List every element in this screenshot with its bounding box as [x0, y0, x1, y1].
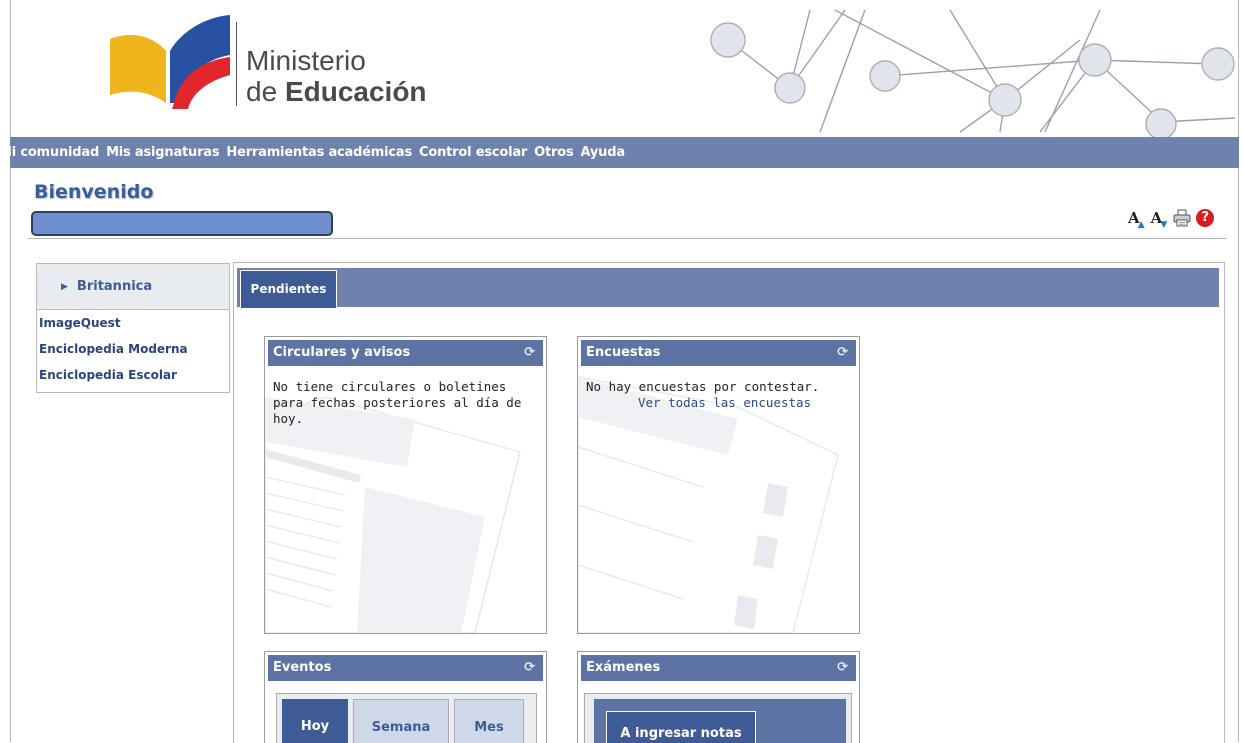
widget-encuestas-header: Encuestas ⟳ — [581, 340, 856, 366]
toolbar-tools: A ▲ A ▼ ? — [1128, 209, 1215, 230]
ministerio-logo-icon — [110, 15, 230, 109]
font-increase-icon[interactable]: A ▲ — [1128, 209, 1145, 230]
a-ingresar-notas-button[interactable]: A ingresar notas — [606, 711, 756, 743]
eventos-tab-mes[interactable]: Mes — [454, 699, 524, 743]
widget-encuestas-body: No hay encuestas por contestar. Ver toda… — [586, 379, 851, 411]
header-divider — [28, 238, 1227, 239]
font-decrease-icon[interactable]: A ▼ — [1151, 209, 1168, 230]
eventos-tab-frame: Hoy Semana Mes — [276, 693, 537, 743]
sidebar-header-britannica[interactable]: ▶ Britannica — [37, 264, 229, 310]
logo-line2-prefix: de — [246, 76, 285, 107]
examenes-tab-bar: A ingresar notas — [594, 699, 846, 743]
widget-encuestas: Encuestas ⟳ No hay encuestas por contest… — [577, 336, 860, 634]
arrow-down-icon: ▼ — [1160, 220, 1168, 230]
nav-ayuda[interactable]: Ayuda — [581, 145, 626, 160]
sidebar: ▶ Britannica ImageQuest Enciclopedia Mod… — [36, 263, 230, 393]
nav-herramientas-academicas[interactable]: Herramientas académicas — [226, 145, 412, 160]
widget-eventos-title: Eventos — [273, 660, 332, 675]
widget-circulares-header: Circulares y avisos ⟳ — [268, 340, 543, 366]
tab-pendientes[interactable]: Pendientes — [240, 270, 337, 308]
logo-divider — [236, 22, 237, 106]
widget-eventos: Eventos ⟳ Hoy Semana Mes — [264, 651, 547, 743]
widget-circulares: Circulares y avisos ⟳ No tiene circulare… — [264, 336, 547, 634]
logo-line2: de Educación — [246, 76, 427, 108]
refresh-icon[interactable]: ⟳ — [524, 655, 535, 681]
widget-encuestas-text: No hay encuestas por contestar. — [586, 379, 820, 394]
user-name-box — [31, 211, 333, 236]
triangle-right-icon: ▶ — [61, 281, 68, 292]
eventos-tab-semana[interactable]: Semana — [353, 699, 449, 743]
sidebar-link-enciclopedia-moderna[interactable]: Enciclopedia Moderna — [37, 336, 229, 362]
widget-examenes-header: Exámenes ⟳ — [581, 655, 856, 681]
arrow-up-icon: ▲ — [1137, 220, 1145, 230]
nav-otros[interactable]: Otros — [534, 145, 574, 160]
nav-mis-asignaturas[interactable]: Mis asignaturas — [106, 145, 220, 160]
logo-line1: Ministerio — [246, 45, 366, 76]
nav-control-escolar[interactable]: Control escolar — [419, 145, 527, 160]
widget-examenes: Exámenes ⟳ A ingresar notas — [577, 651, 860, 743]
refresh-icon[interactable]: ⟳ — [524, 340, 535, 366]
ministerio-wordmark: Ministerio de Educación — [246, 46, 427, 108]
main-nav: Mi comunidad Mis asignaturas Herramienta… — [0, 137, 632, 168]
refresh-icon[interactable]: ⟳ — [837, 655, 848, 681]
sidebar-header-label: Britannica — [76, 279, 153, 294]
sidebar-link-enciclopedia-escolar[interactable]: Enciclopedia Escolar — [37, 362, 229, 388]
help-icon[interactable]: ? — [1196, 209, 1215, 227]
refresh-icon[interactable]: ⟳ — [837, 340, 848, 366]
tab-bar — [237, 268, 1219, 307]
eventos-tab-hoy[interactable]: Hoy — [282, 699, 348, 743]
widget-examenes-title: Exámenes — [586, 660, 661, 675]
site-header: Ministerio de Educación — [0, 0, 1243, 138]
ver-todas-encuestas-link[interactable]: Ver todas las encuestas — [586, 395, 851, 411]
nav-mi-comunidad[interactable]: Mi comunidad — [0, 145, 99, 160]
page-title: Bienvenido — [34, 181, 154, 203]
examenes-frame: A ingresar notas — [584, 693, 852, 743]
sidebar-link-imagequest[interactable]: ImageQuest — [37, 310, 229, 336]
printer-icon[interactable] — [1173, 209, 1191, 227]
logo-line2-bold: Educación — [284, 76, 427, 107]
widget-eventos-header: Eventos ⟳ — [268, 655, 543, 681]
widget-circulares-title: Circulares y avisos — [273, 345, 411, 360]
widget-circulares-text: No tiene circulares o boletines para fec… — [273, 379, 522, 426]
widget-encuestas-title: Encuestas — [586, 345, 661, 360]
